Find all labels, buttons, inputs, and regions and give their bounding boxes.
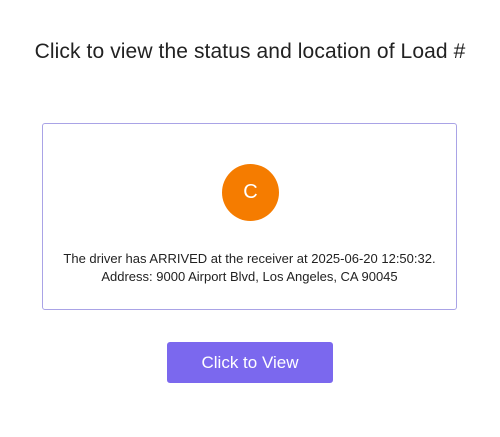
address-text: Address: 9000 Airport Blvd, Los Angeles,…: [101, 269, 398, 284]
status-text: The driver has ARRIVED at the receiver a…: [63, 251, 436, 266]
page-title: Click to view the status and location of…: [34, 40, 466, 63]
avatar: C: [222, 164, 279, 221]
load-status-card: C The driver has ARRIVED at the receiver…: [42, 123, 457, 310]
click-to-view-button[interactable]: Click to View: [167, 342, 333, 383]
